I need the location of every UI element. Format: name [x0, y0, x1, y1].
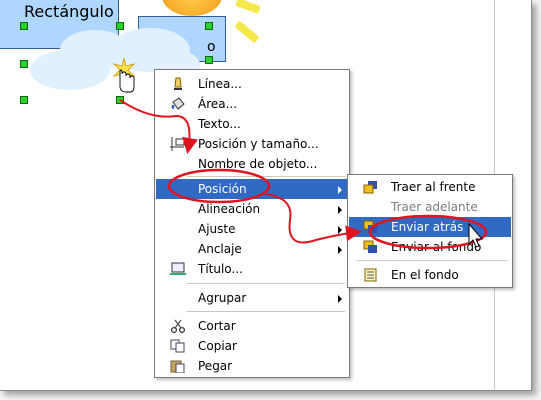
- paste-icon: [170, 360, 185, 373]
- menu-item-texto[interactable]: Texto...: [156, 114, 348, 134]
- selection-handle[interactable]: [20, 60, 28, 68]
- menu-separator: [187, 283, 345, 284]
- paint-bucket-icon: [171, 97, 185, 110]
- menu-item-ajuste[interactable]: Ajuste: [156, 219, 348, 239]
- menu-item-label: Nombre de objeto...: [198, 157, 318, 171]
- menu-item-linea[interactable]: Línea...: [156, 74, 348, 94]
- menu-item-label: Área...: [198, 97, 238, 111]
- menu-item-label: Alineación: [198, 202, 261, 216]
- submenu-arrow-icon: [338, 246, 342, 254]
- menu-item-label: Traer adelante: [391, 200, 478, 214]
- menu-item-traer-adelante[interactable]: Traer adelante: [349, 197, 511, 217]
- screenshot-frame: o Rectángulo Línea... Área... Texto... P…: [0, 0, 532, 391]
- line-pen-icon: [174, 77, 182, 90]
- menu-item-label: Anclaje: [198, 242, 242, 256]
- shape-label: o: [207, 39, 216, 55]
- selection-handle[interactable]: [205, 56, 213, 64]
- menu-separator: [187, 176, 345, 177]
- menu-item-label: Texto...: [198, 117, 241, 131]
- menu-item-label: Agrupar: [198, 291, 247, 305]
- menu-item-label: Enviar al fondo: [391, 240, 482, 254]
- menu-item-area[interactable]: Área...: [156, 94, 348, 114]
- menu-item-label: Línea...: [198, 77, 242, 91]
- to-background-icon: [364, 268, 377, 282]
- menu-item-alineacion[interactable]: Alineación: [156, 199, 348, 219]
- menu-item-label: Título...: [198, 262, 243, 276]
- menu-item-enviar-atras[interactable]: Enviar atrás: [349, 217, 511, 237]
- sun-ray: [235, 0, 261, 14]
- selection-handle[interactable]: [20, 96, 28, 104]
- submenu-arrow-icon: [338, 295, 342, 303]
- shape-title: Rectángulo: [24, 2, 114, 21]
- selection-handle[interactable]: [116, 96, 124, 104]
- sun-shape[interactable]: [162, 0, 222, 16]
- scissors-icon: [170, 319, 186, 333]
- menu-item-enviar-al-fondo[interactable]: Enviar al fondo: [349, 237, 511, 257]
- menu-item-label: Pegar: [198, 359, 233, 373]
- copy-icon: [170, 339, 185, 353]
- menu-item-posicion-tamano[interactable]: Posición y tamaño...: [156, 134, 348, 154]
- menu-item-label: Enviar atrás: [391, 220, 464, 234]
- menu-item-label: En el fondo: [391, 268, 459, 282]
- menu-item-copiar[interactable]: Copiar: [156, 336, 348, 356]
- menu-item-anclaje[interactable]: Anclaje: [156, 239, 348, 259]
- selection-handle[interactable]: [205, 22, 213, 30]
- menu-item-label: Ajuste: [198, 222, 236, 236]
- send-to-back-icon: [363, 240, 377, 253]
- selection-handle[interactable]: [116, 22, 124, 30]
- menu-item-posicion[interactable]: Posición: [156, 179, 348, 199]
- selection-handle[interactable]: [20, 22, 28, 30]
- position-size-icon: [170, 137, 185, 151]
- menu-item-pegar[interactable]: Pegar: [156, 356, 348, 376]
- position-submenu: Traer al frente Traer adelante Enviar at…: [347, 174, 513, 288]
- menu-item-traer-al-frente[interactable]: Traer al frente: [349, 177, 511, 197]
- menu-item-cortar[interactable]: Cortar: [156, 316, 348, 336]
- menu-item-label: Posición: [198, 182, 247, 196]
- sun-ray: [234, 20, 260, 44]
- hand-cursor-icon: [112, 58, 136, 93]
- menu-item-agrupar[interactable]: Agrupar: [156, 288, 348, 308]
- menu-item-label: Cortar: [198, 319, 236, 333]
- menu-separator: [187, 311, 345, 312]
- menu-item-nombre-objeto[interactable]: Nombre de objeto...: [156, 154, 348, 174]
- menu-item-label: Traer al frente: [391, 180, 476, 194]
- submenu-arrow-icon: [338, 186, 342, 194]
- menu-separator: [356, 260, 508, 261]
- send-backward-icon: [363, 220, 377, 233]
- submenu-arrow-icon: [338, 206, 342, 214]
- bring-to-front-icon: [363, 181, 377, 194]
- submenu-arrow-icon: [338, 226, 342, 234]
- menu-item-en-el-fondo[interactable]: En el fondo: [349, 265, 511, 285]
- menu-item-label: Copiar: [198, 339, 237, 353]
- context-menu: Línea... Área... Texto... Posición y tam…: [154, 69, 350, 378]
- title-frame-icon: [170, 262, 186, 275]
- menu-item-label: Posición y tamaño...: [198, 137, 319, 151]
- menu-item-titulo[interactable]: Título...: [156, 259, 348, 279]
